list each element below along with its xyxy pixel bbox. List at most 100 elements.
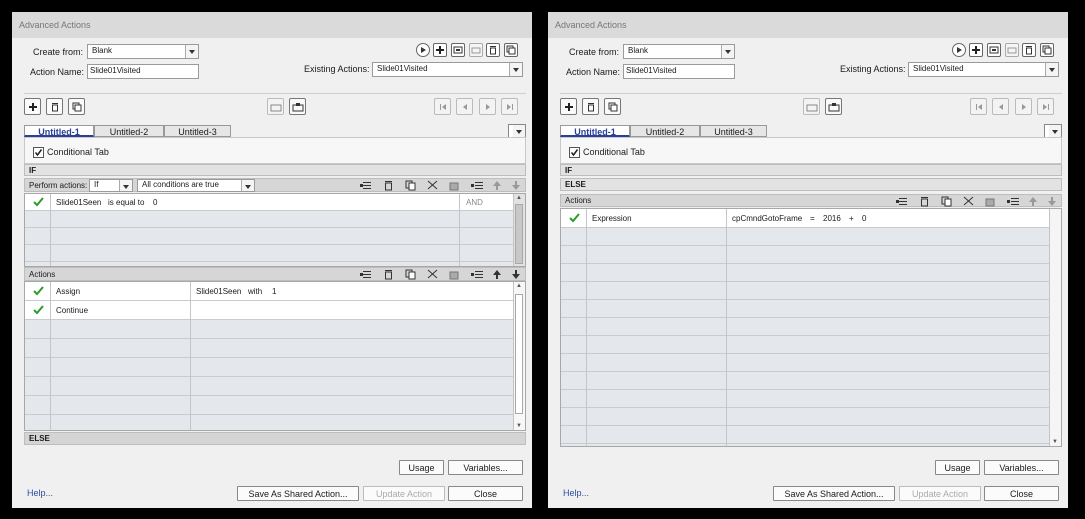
last-tab-button[interactable]: [501, 98, 518, 115]
tab-untitled-2[interactable]: Untitled-2: [630, 125, 700, 137]
add-action-button[interactable]: [433, 43, 447, 57]
delete-tab-button[interactable]: [46, 98, 63, 115]
table-row[interactable]: [25, 339, 525, 358]
save-as-shared-action-button[interactable]: Save As Shared Action...: [237, 486, 359, 501]
table-row[interactable]: Expression cpCmndGotoFrame = 2016 + 0: [561, 209, 1061, 228]
insert-row-icon[interactable]: [896, 196, 908, 207]
scroll-up-icon[interactable]: ▲: [516, 195, 522, 201]
table-row[interactable]: [25, 211, 525, 228]
actions-scrollbar[interactable]: ▲ ▼: [513, 282, 525, 430]
table-row[interactable]: [561, 408, 1061, 426]
tabs-menu-dropdown[interactable]: [1044, 124, 1062, 138]
table-row[interactable]: [561, 390, 1061, 408]
table-row[interactable]: [561, 426, 1061, 444]
table-row[interactable]: [25, 415, 525, 430]
first-tab-button[interactable]: [434, 98, 451, 115]
preview-button[interactable]: [416, 43, 430, 57]
paste-icon[interactable]: [985, 196, 996, 207]
import-button[interactable]: [987, 43, 1001, 57]
update-action-button[interactable]: Update Action: [899, 486, 981, 501]
cut-icon[interactable]: [963, 196, 975, 207]
table-row[interactable]: [25, 358, 525, 377]
scroll-down-icon[interactable]: ▼: [1052, 439, 1058, 445]
table-row[interactable]: [561, 282, 1061, 300]
usage-button[interactable]: Usage: [935, 460, 980, 475]
table-row[interactable]: [561, 318, 1061, 336]
trash-icon[interactable]: [383, 269, 394, 280]
conditional-tab-checkbox[interactable]: [33, 147, 44, 158]
table-row[interactable]: [561, 372, 1061, 390]
table-row[interactable]: [25, 320, 525, 339]
export-button[interactable]: [469, 43, 483, 57]
duplicate-tab-button[interactable]: [604, 98, 621, 115]
conditions-dropdown[interactable]: All conditions are true: [137, 179, 255, 192]
paste-icon[interactable]: [449, 180, 460, 191]
table-row[interactable]: [561, 228, 1061, 246]
tabs-menu-dropdown[interactable]: [508, 124, 526, 138]
move-up-icon[interactable]: [492, 180, 502, 191]
table-row[interactable]: [25, 396, 525, 415]
import-button[interactable]: [451, 43, 465, 57]
save-as-shared-action-button[interactable]: Save As Shared Action...: [773, 486, 895, 501]
move-down-icon[interactable]: [511, 269, 521, 280]
move-up-icon[interactable]: [492, 269, 502, 280]
paste-tab-button[interactable]: [289, 98, 306, 115]
perform-actions-dropdown[interactable]: If: [89, 179, 133, 192]
insert-above-icon[interactable]: [471, 269, 483, 280]
tab-untitled-1[interactable]: Untitled-1: [560, 125, 630, 137]
export-button[interactable]: [1005, 43, 1019, 57]
insert-above-icon[interactable]: [471, 180, 483, 191]
previous-tab-button[interactable]: [456, 98, 473, 115]
help-link[interactable]: Help...: [563, 488, 589, 498]
update-action-button[interactable]: Update Action: [363, 486, 445, 501]
scroll-up-icon[interactable]: ▲: [516, 283, 522, 289]
scroll-thumb[interactable]: [515, 294, 523, 414]
insert-row-icon[interactable]: [360, 180, 372, 191]
add-tab-button[interactable]: [560, 98, 577, 115]
help-link[interactable]: Help...: [27, 488, 53, 498]
paste-icon[interactable]: [449, 269, 460, 280]
trash-icon[interactable]: [919, 196, 930, 207]
add-tab-button[interactable]: [24, 98, 41, 115]
copy-tab-button[interactable]: [267, 98, 284, 115]
trash-icon[interactable]: [383, 180, 394, 191]
usage-button[interactable]: Usage: [399, 460, 444, 475]
table-row[interactable]: [561, 354, 1061, 372]
table-row[interactable]: Assign Slide01Seen with 1: [25, 282, 525, 301]
table-row[interactable]: [561, 300, 1061, 318]
last-tab-button[interactable]: [1037, 98, 1054, 115]
scroll-down-icon[interactable]: ▼: [516, 423, 522, 429]
delete-action-button[interactable]: [1022, 43, 1036, 57]
paste-tab-button[interactable]: [825, 98, 842, 115]
move-down-icon[interactable]: [1047, 196, 1057, 207]
previous-tab-button[interactable]: [992, 98, 1009, 115]
table-row[interactable]: [561, 264, 1061, 282]
tab-untitled-3[interactable]: Untitled-3: [164, 125, 231, 137]
tab-untitled-2[interactable]: Untitled-2: [94, 125, 164, 137]
table-row[interactable]: [25, 228, 525, 245]
copy-icon[interactable]: [941, 196, 952, 207]
duplicate-action-button[interactable]: [1040, 43, 1054, 57]
table-row[interactable]: Continue: [25, 301, 525, 320]
actions-scrollbar[interactable]: ▼: [1049, 209, 1061, 446]
tab-untitled-1[interactable]: Untitled-1: [24, 125, 94, 137]
action-name-input[interactable]: Slide01Visited: [623, 64, 735, 79]
move-down-icon[interactable]: [511, 180, 521, 191]
insert-above-icon[interactable]: [1007, 196, 1019, 207]
duplicate-tab-button[interactable]: [68, 98, 85, 115]
conditional-tab-checkbox[interactable]: [569, 147, 580, 158]
table-row[interactable]: [561, 246, 1061, 264]
move-up-icon[interactable]: [1028, 196, 1038, 207]
variables-button[interactable]: Variables...: [984, 460, 1059, 475]
preview-button[interactable]: [952, 43, 966, 57]
close-button[interactable]: Close: [448, 486, 523, 501]
table-row[interactable]: [561, 336, 1061, 354]
table-row[interactable]: Slide01Seen is equal to 0 AND: [25, 194, 525, 211]
variables-button[interactable]: Variables...: [448, 460, 523, 475]
conditions-scrollbar[interactable]: ▲: [513, 194, 525, 266]
copy-icon[interactable]: [405, 180, 416, 191]
add-action-button[interactable]: [969, 43, 983, 57]
duplicate-action-button[interactable]: [504, 43, 518, 57]
cut-icon[interactable]: [427, 180, 439, 191]
delete-tab-button[interactable]: [582, 98, 599, 115]
